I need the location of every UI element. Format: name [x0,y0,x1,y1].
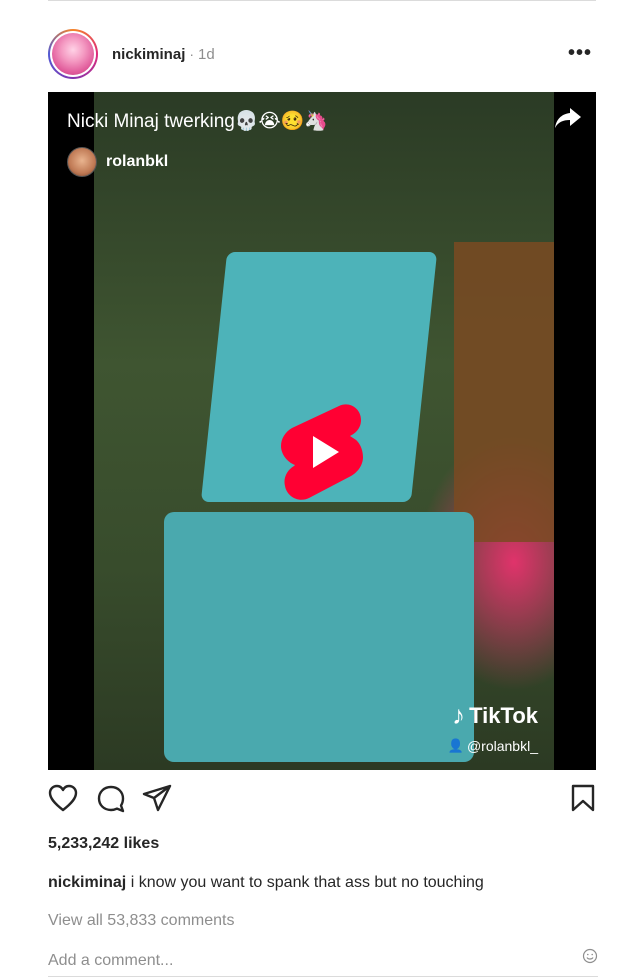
post-actions [48,784,596,814]
tiktok-logo-icon: ♪ [452,700,466,730]
post-username[interactable]: nickiminaj [112,46,185,63]
video-scene-table [454,242,554,542]
post-time[interactable]: 1d [198,46,215,63]
comment-input[interactable] [48,948,558,974]
tiktok-watermark: ♪ TikTok [452,700,538,731]
tiktok-watermark-username: @rolanbkl_ [466,738,538,754]
channel-avatar[interactable] [67,147,97,177]
more-options-button[interactable]: ••• [568,42,592,65]
channel-name[interactable]: rolanbkl [106,153,168,171]
comment-row [48,948,598,977]
view-all-comments-link[interactable]: View all 53,833 comments [48,912,234,930]
caption-username[interactable]: nickiminaj [48,874,126,891]
avatar[interactable] [48,29,98,79]
youtube-shorts-play-icon[interactable] [281,402,363,502]
caption-text: i know you want to spank that ass but no… [126,874,484,891]
bookmark-icon[interactable] [570,784,596,812]
post-caption: nickiminaj i know you want to spank that… [48,874,484,892]
tiktok-watermark-text: TikTok [469,702,538,728]
person-icon: 👤 [447,738,464,753]
avatar-image [52,33,94,75]
comment-icon[interactable] [96,784,126,814]
top-divider [48,0,596,1]
video-player[interactable]: Nicki Minaj twerking💀😭🥴🦄 rolanbkl ♪ TikT… [48,92,596,770]
time-separator: · [189,46,195,62]
tiktok-watermark-user: 👤 @rolanbkl_ [448,738,538,754]
heart-icon[interactable] [48,784,78,812]
send-icon[interactable] [142,784,172,812]
video-title[interactable]: Nicki Minaj twerking💀😭🥴🦄 [67,109,328,133]
emoji-icon[interactable] [582,948,598,964]
video-scene-chair-seat [164,512,474,762]
like-count[interactable]: 5,233,242 likes [48,835,159,853]
video-channel[interactable]: rolanbkl [67,147,168,177]
share-arrow-icon[interactable] [554,106,582,130]
post-header: nickiminaj · 1d ••• [48,28,596,80]
